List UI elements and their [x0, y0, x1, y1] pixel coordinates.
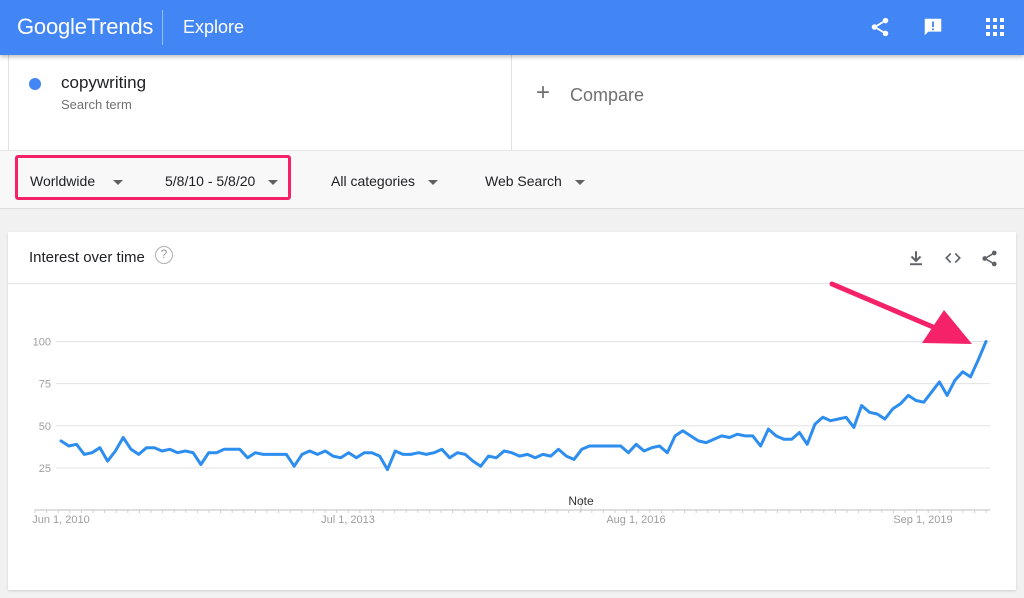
google-trends-logo[interactable]: GoogleTrends — [17, 14, 153, 40]
feedback-icon[interactable] — [920, 14, 946, 40]
highlight-arrow — [829, 281, 972, 344]
x-tick-label: Jul 1, 2013 — [321, 514, 375, 526]
app-header: GoogleTrends Explore — [0, 0, 1024, 55]
x-tick-label: Jun 1, 2010 — [32, 514, 90, 526]
y-tick-label: 25 — [39, 463, 51, 475]
x-tick-label: Sep 1, 2019 — [893, 514, 952, 526]
series-line-copywriting — [59, 340, 988, 472]
note-label: Note — [568, 494, 594, 508]
apps-grid-icon[interactable] — [982, 14, 1008, 40]
page-title: Explore — [183, 17, 245, 37]
logo-trends-text: Trends — [86, 14, 154, 39]
x-tick-label: Aug 1, 2016 — [606, 514, 665, 526]
interest-line-chart: 100 75 50 25 Jun 1, 2010 Jul 1, 2013 Aug 1, 2… — [32, 281, 990, 526]
logo-google-text: Google — [17, 14, 87, 39]
note-marker: Note — [568, 494, 594, 512]
share-icon[interactable] — [867, 14, 893, 40]
y-tick-label: 50 — [39, 421, 51, 433]
y-tick-label: 100 — [33, 337, 51, 349]
y-tick-label: 75 — [39, 379, 51, 391]
header-divider — [162, 10, 163, 45]
